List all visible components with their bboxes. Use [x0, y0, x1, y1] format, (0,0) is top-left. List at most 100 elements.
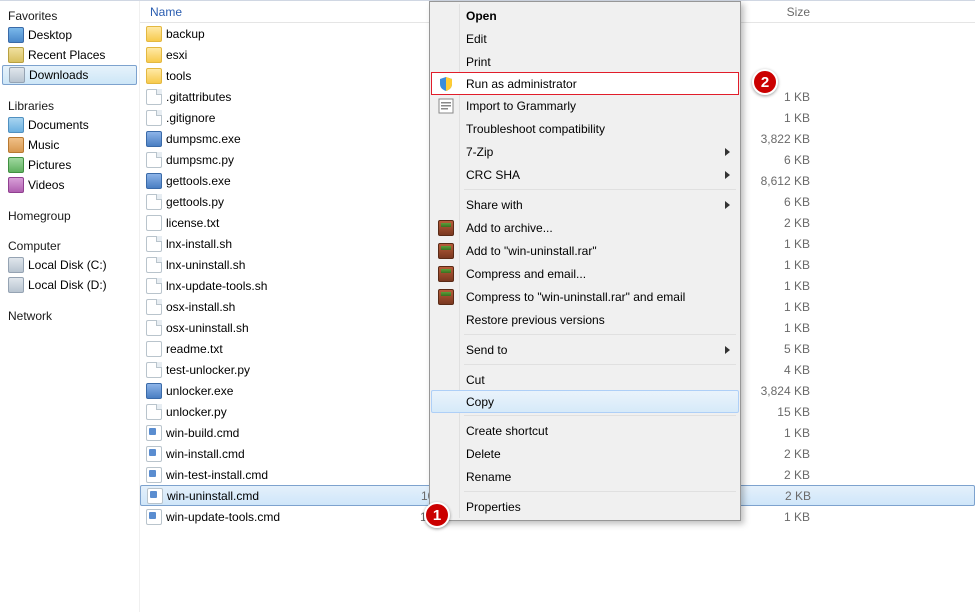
- favorites-heading[interactable]: Favorites: [0, 5, 139, 25]
- ctx-grammarly[interactable]: Import to Grammarly: [432, 94, 738, 117]
- annotation-badge-2: 2: [752, 69, 778, 95]
- file-name: osx-install.sh: [166, 300, 235, 314]
- context-menu: Open Edit Print Run as administrator Imp…: [429, 1, 741, 521]
- ctx-add-rar[interactable]: Add to "win-uninstall.rar": [432, 239, 738, 262]
- file-icon: [146, 236, 162, 252]
- sidebar-item-drive-c[interactable]: Local Disk (C:): [0, 255, 139, 275]
- file-name: lnx-uninstall.sh: [166, 258, 245, 272]
- file-name: lnx-update-tools.sh: [166, 279, 267, 293]
- file-name: .gitattributes: [166, 90, 231, 104]
- sidebar-item-documents[interactable]: Documents: [0, 115, 139, 135]
- file-size: 1 KB: [730, 426, 820, 440]
- file-icon: [146, 194, 162, 210]
- file-name: tools: [166, 69, 191, 83]
- folder-icon: [146, 47, 162, 63]
- file-name: win-test-install.cmd: [166, 468, 268, 482]
- submenu-arrow-icon: [725, 346, 730, 354]
- sidebar-item-downloads[interactable]: Downloads: [2, 65, 137, 85]
- file-name: license.txt: [166, 216, 219, 230]
- file-size: 5 KB: [730, 342, 820, 356]
- file-size: 1 KB: [730, 279, 820, 293]
- videos-icon: [8, 177, 24, 193]
- file-name: win-install.cmd: [166, 447, 245, 461]
- submenu-arrow-icon: [725, 201, 730, 209]
- file-size: 3,824 KB: [730, 384, 820, 398]
- sidebar-item-desktop[interactable]: Desktop: [0, 25, 139, 45]
- libraries-heading[interactable]: Libraries: [0, 95, 139, 115]
- ctx-rename[interactable]: Rename: [432, 465, 738, 488]
- file-size: 4 KB: [730, 363, 820, 377]
- cmd-icon: [146, 425, 162, 441]
- ctx-delete[interactable]: Delete: [432, 442, 738, 465]
- ctx-troubleshoot[interactable]: Troubleshoot compatibility: [432, 117, 738, 140]
- documents-icon: [8, 117, 24, 133]
- ctx-shortcut[interactable]: Create shortcut: [432, 419, 738, 442]
- ctx-add-archive[interactable]: Add to archive...: [432, 216, 738, 239]
- winrar-icon: [438, 220, 454, 236]
- homegroup-heading[interactable]: Homegroup: [0, 205, 139, 225]
- file-size: 1 KB: [730, 321, 820, 335]
- file-name: readme.txt: [166, 342, 223, 356]
- navigation-pane: Favorites Desktop Recent Places Download…: [0, 1, 140, 612]
- drive-icon: [8, 277, 24, 293]
- ctx-send-to[interactable]: Send to: [432, 338, 738, 361]
- ctx-restore[interactable]: Restore previous versions: [432, 308, 738, 331]
- ctx-print[interactable]: Print: [432, 50, 738, 73]
- file-size: 1 KB: [730, 510, 820, 524]
- computer-heading[interactable]: Computer: [0, 235, 139, 255]
- ctx-properties[interactable]: Properties: [432, 495, 738, 518]
- file-icon: [146, 278, 162, 294]
- file-size: 2 KB: [730, 216, 820, 230]
- ctx-open[interactable]: Open: [432, 4, 738, 27]
- file-name: dumpsmc.exe: [166, 132, 241, 146]
- file-icon: [146, 257, 162, 273]
- ctx-compress-email[interactable]: Compress and email...: [432, 262, 738, 285]
- ctx-cut[interactable]: Cut: [432, 368, 738, 391]
- ctx-share[interactable]: Share with: [432, 193, 738, 216]
- file-name: win-update-tools.cmd: [166, 510, 280, 524]
- column-name[interactable]: Name: [140, 5, 420, 19]
- file-size: 6 KB: [730, 153, 820, 167]
- ctx-copy[interactable]: Copy: [431, 390, 739, 413]
- file-icon: [146, 110, 162, 126]
- file-name: .gitignore: [166, 111, 215, 125]
- sidebar-item-music[interactable]: Music: [0, 135, 139, 155]
- file-icon: [146, 362, 162, 378]
- sidebar-item-label: Local Disk (C:): [28, 258, 107, 272]
- file-size: 1 KB: [730, 90, 820, 104]
- sidebar-item-label: Recent Places: [28, 48, 105, 62]
- file-size: 2 KB: [730, 468, 820, 482]
- ctx-edit[interactable]: Edit: [432, 27, 738, 50]
- sidebar-item-drive-d[interactable]: Local Disk (D:): [0, 275, 139, 295]
- file-size: 2 KB: [731, 489, 821, 503]
- sidebar-item-label: Pictures: [28, 158, 71, 172]
- file-name: dumpsmc.py: [166, 153, 234, 167]
- submenu-arrow-icon: [725, 148, 730, 156]
- grammarly-icon: [438, 98, 454, 114]
- file-pane: Name Size backupesxitools.gitattributesT…: [140, 1, 975, 612]
- sidebar-item-videos[interactable]: Videos: [0, 175, 139, 195]
- file-size: 1 KB: [730, 300, 820, 314]
- ctx-run-as-admin[interactable]: Run as administrator: [431, 72, 739, 95]
- network-heading[interactable]: Network: [0, 305, 139, 325]
- ctx-7zip[interactable]: 7-Zip: [432, 140, 738, 163]
- file-icon: [146, 320, 162, 336]
- file-icon: [146, 299, 162, 315]
- ctx-crc[interactable]: CRC SHA: [432, 163, 738, 186]
- file-size: 1 KB: [730, 258, 820, 272]
- ctx-compress-rar-email[interactable]: Compress to "win-uninstall.rar" and emai…: [432, 285, 738, 308]
- file-size: 1 KB: [730, 237, 820, 251]
- sidebar-item-pictures[interactable]: Pictures: [0, 155, 139, 175]
- file-size: 1 KB: [730, 111, 820, 125]
- sidebar-item-label: Music: [28, 138, 59, 152]
- txt-icon: [146, 341, 162, 357]
- file-icon: [146, 404, 162, 420]
- column-size[interactable]: Size: [730, 5, 820, 19]
- file-name: unlocker.exe: [166, 384, 233, 398]
- sidebar-item-recent[interactable]: Recent Places: [0, 45, 139, 65]
- winrar-icon: [438, 266, 454, 282]
- file-name: win-build.cmd: [166, 426, 239, 440]
- exe-icon: [146, 173, 162, 189]
- cmd-icon: [147, 488, 163, 504]
- sidebar-item-label: Videos: [28, 178, 64, 192]
